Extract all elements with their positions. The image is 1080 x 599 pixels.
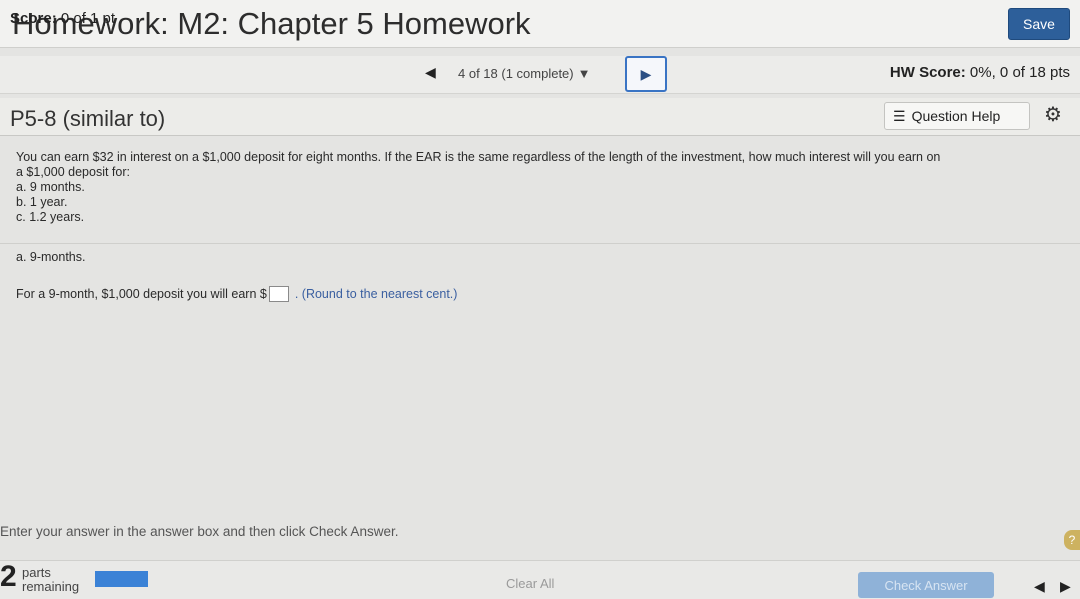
- instruction-text: Enter your answer in the answer box and …: [0, 524, 399, 539]
- previous-question-icon[interactable]: ◀: [425, 64, 436, 81]
- problem-line: You can earn $32 in interest on a $1,000…: [16, 150, 941, 164]
- problem-line: b. 1 year.: [16, 195, 68, 209]
- score-label: Score:: [10, 10, 57, 27]
- question-selector[interactable]: 4 of 18 (1 complete) ▼: [458, 62, 618, 84]
- parts-remaining-count: 2: [0, 560, 17, 593]
- hw-score: HW Score: 0%, 0 of 18 pts: [890, 64, 1070, 81]
- score: Score: 0 of 1 pt: [10, 10, 115, 27]
- hw-score-value: 0%, 0 of 18 pts: [969, 64, 1070, 81]
- gear-icon[interactable]: ⚙: [1042, 104, 1064, 126]
- question-help-label: Question Help: [911, 108, 1001, 124]
- problem-line: a $1,000 deposit for:: [16, 165, 130, 179]
- next-icon: ▶: [640, 65, 652, 82]
- check-answer-button[interactable]: Check Answer: [858, 572, 994, 598]
- question-selector-value: 4 of 18 (1 complete): [458, 65, 574, 81]
- clear-all-button[interactable]: Clear All: [506, 576, 554, 591]
- remaining-line: remaining: [22, 579, 80, 594]
- save-button[interactable]: Save: [1008, 8, 1070, 40]
- dropdown-icon: ▼: [577, 65, 591, 81]
- question-help-button[interactable]: ☰ Question Help: [884, 102, 1030, 130]
- answer-prefix: For a 9-month, $1,000 deposit you will e…: [16, 287, 267, 301]
- title-bar: Homework: M2: Chapter 5 Homework Save: [0, 0, 1080, 48]
- help-icon[interactable]: ?: [1064, 530, 1080, 550]
- problem-line: c. 1.2 years.: [16, 210, 85, 224]
- previous-icon[interactable]: ◀: [1034, 578, 1045, 595]
- list-icon: ☰: [893, 107, 906, 124]
- parts-line: parts: [22, 565, 51, 580]
- divider: [0, 243, 1080, 244]
- progress-fill: [95, 571, 148, 587]
- next-question-button[interactable]: ▶: [625, 56, 667, 92]
- answer-input[interactable]: [268, 286, 289, 302]
- score-value: 0 of 1 pt: [60, 10, 116, 27]
- answer-line: For a 9-month, $1,000 deposit you will e…: [16, 286, 457, 302]
- hw-score-label: HW Score:: [889, 64, 966, 81]
- problem-line: a. 9 months.: [16, 180, 85, 194]
- rounding-hint: . (Round to the nearest cent.): [294, 287, 458, 301]
- question-id: P5-8 (similar to): [10, 106, 166, 131]
- parts-progress-bar: [95, 571, 148, 587]
- parts-remaining-label: parts remaining: [22, 566, 79, 594]
- next-icon[interactable]: ▶: [1060, 578, 1071, 595]
- problem-text: You can earn $32 in interest on a $1,000…: [16, 150, 1072, 225]
- part-label: a. 9-months.: [16, 250, 86, 264]
